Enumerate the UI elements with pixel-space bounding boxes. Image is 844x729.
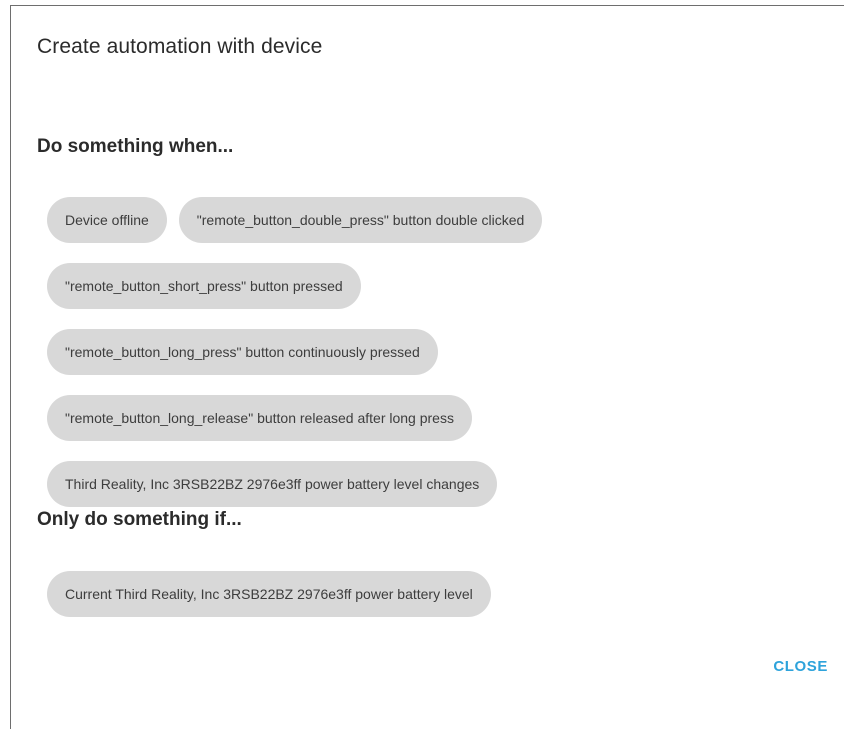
trigger-chip-list: Device offline "remote_button_double_pre…	[47, 197, 807, 507]
create-automation-dialog: Create automation with device Do somethi…	[10, 5, 844, 729]
trigger-chip-double-press[interactable]: "remote_button_double_press" button doub…	[178, 197, 543, 243]
triggers-heading: Do something when...	[37, 136, 234, 157]
conditions-heading: Only do something if...	[37, 509, 242, 530]
condition-chip-battery-level[interactable]: Current Third Reality, Inc 3RSB22BZ 2976…	[47, 571, 491, 617]
trigger-chip-device-offline[interactable]: Device offline	[47, 197, 167, 243]
close-button[interactable]: CLOSE	[773, 658, 828, 675]
trigger-chip-long-press[interactable]: "remote_button_long_press" button contin…	[47, 329, 438, 375]
trigger-chip-long-release[interactable]: "remote_button_long_release" button rele…	[47, 395, 472, 441]
condition-chip-list: Current Third Reality, Inc 3RSB22BZ 2976…	[47, 571, 807, 617]
dialog-title: Create automation with device	[37, 35, 323, 58]
trigger-chip-short-press[interactable]: "remote_button_short_press" button press…	[47, 263, 361, 309]
trigger-chip-battery-level-changes[interactable]: Third Reality, Inc 3RSB22BZ 2976e3ff pow…	[47, 461, 498, 507]
